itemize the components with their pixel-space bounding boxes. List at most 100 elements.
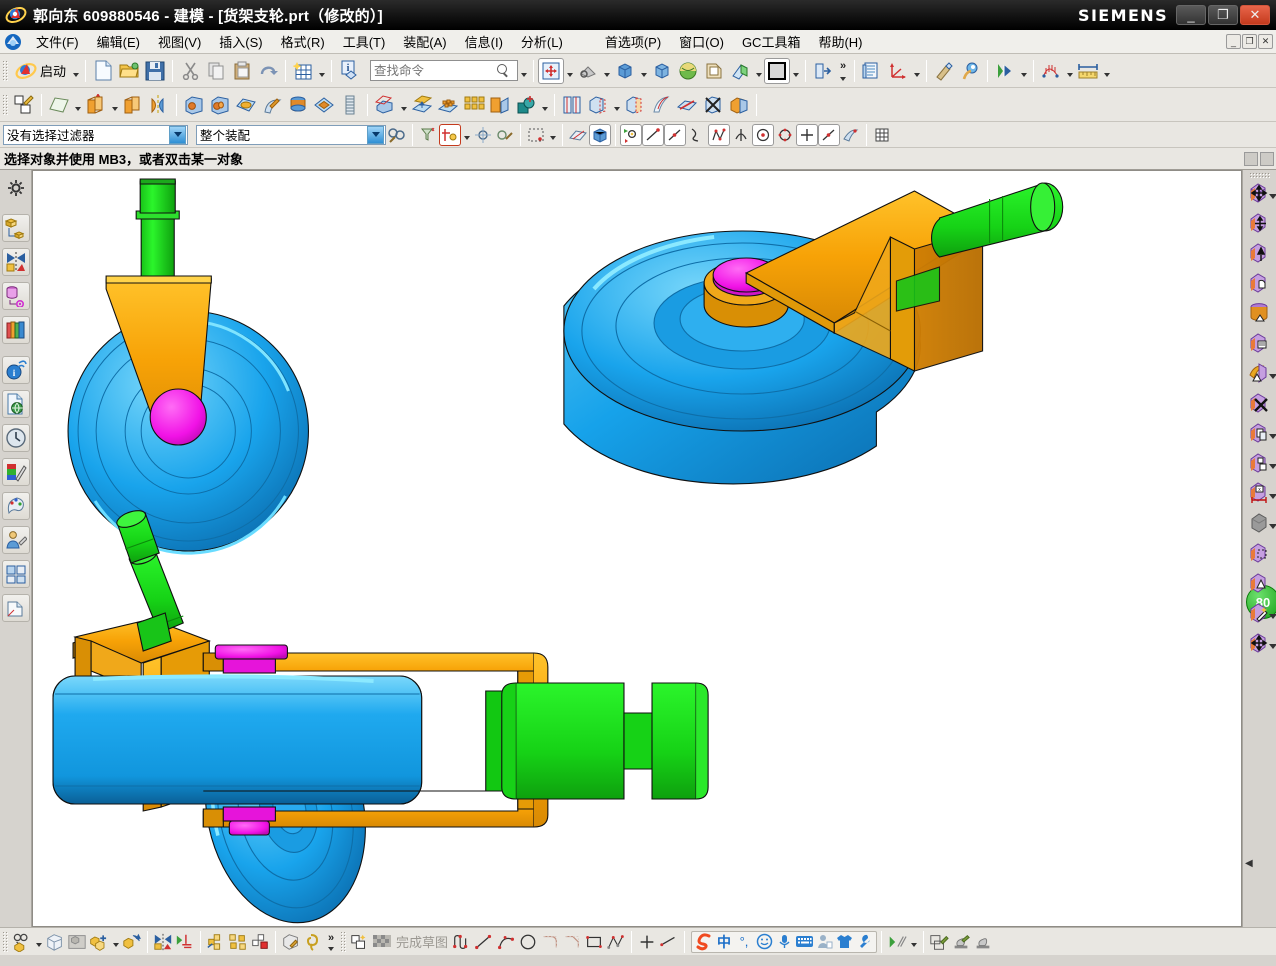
zoom-view-caret[interactable] (601, 58, 612, 84)
save-icon[interactable] (142, 58, 168, 84)
face-properties-icon[interactable] (1247, 330, 1273, 356)
minimize-button[interactable]: _ (1176, 5, 1206, 25)
face-select-icon[interactable] (567, 124, 589, 146)
scope-dropdown[interactable]: 整个装配 (196, 124, 386, 145)
doc-restore-button[interactable]: ❐ (1242, 34, 1257, 49)
body-select-icon[interactable] (589, 123, 611, 146)
move-object-icon[interactable] (372, 92, 398, 118)
measure-caret[interactable] (1101, 58, 1112, 84)
iso-view-icon[interactable] (649, 58, 675, 84)
move-body-caret[interactable] (1268, 642, 1276, 653)
extrude-icon[interactable] (83, 92, 109, 118)
pattern-face-caret[interactable] (1268, 462, 1276, 473)
revolve-icon[interactable] (120, 92, 146, 118)
taper-face-icon[interactable] (1247, 360, 1276, 386)
copy-icon[interactable] (203, 58, 229, 84)
resource-bar-options-icon[interactable] (2, 174, 30, 202)
menu-help[interactable]: 帮助(H) (809, 30, 871, 53)
snap-all-icon[interactable] (620, 123, 642, 146)
draft-icon[interactable] (259, 92, 285, 118)
shell-body-caret[interactable] (1268, 522, 1276, 533)
ime-emoji-icon[interactable] (754, 932, 774, 952)
edit-drawing-icon[interactable] (928, 931, 950, 953)
emboss-icon[interactable] (311, 92, 337, 118)
bottom-overflow[interactable]: » (328, 932, 334, 943)
trim-body-icon[interactable] (674, 92, 700, 118)
datum-plane-icon[interactable] (46, 92, 72, 118)
measure-distance-icon[interactable] (1075, 58, 1101, 84)
snap-existing-point-icon[interactable] (796, 123, 818, 146)
toolbar-overflow[interactable]: » (840, 60, 846, 72)
right-toolbar-grip[interactable] (1248, 172, 1271, 178)
delete-face-icon[interactable] (700, 92, 726, 118)
move-face-icon[interactable] (1247, 180, 1276, 206)
pattern-face-icon[interactable] (435, 92, 461, 118)
ime-settings-icon[interactable] (854, 932, 874, 952)
circle-icon[interactable] (517, 931, 539, 953)
start-button[interactable]: 启动 (11, 58, 70, 84)
snap-intersection-icon[interactable] (708, 123, 730, 146)
ime-user-icon[interactable] (814, 932, 834, 952)
fillet-icon[interactable] (539, 931, 561, 953)
ime-chinese-mode[interactable]: 中 (714, 932, 734, 952)
magic-face-caret[interactable] (1268, 612, 1276, 623)
right-toolbar-collapse-arrow[interactable]: ◀ (1245, 858, 1253, 869)
shell-icon[interactable] (585, 92, 611, 118)
shell-caret[interactable] (611, 92, 622, 118)
visual-analysis-icon[interactable] (992, 58, 1018, 84)
hd3d-tools-icon[interactable]: i (1, 356, 30, 384)
filter-dropdown[interactable]: 没有选择过滤器 (3, 124, 188, 145)
grid-snap-icon[interactable] (290, 58, 316, 84)
analysis-curve-icon[interactable] (1038, 58, 1064, 84)
filter-dropdown-arrow[interactable] (169, 125, 186, 144)
wcs-icon[interactable] (885, 58, 911, 84)
render-style-icon[interactable] (701, 58, 727, 84)
web-browser-icon[interactable] (1, 390, 30, 418)
unite-caret[interactable] (539, 92, 550, 118)
material-icon[interactable] (931, 58, 957, 84)
revolve-axis-icon[interactable] (146, 92, 172, 118)
new-file-icon[interactable] (90, 58, 116, 84)
system-materials-icon[interactable] (1, 458, 30, 486)
snap-quadrant-icon[interactable] (494, 124, 516, 146)
snap-face-icon[interactable] (840, 124, 862, 146)
sketch-dimension-icon[interactable] (658, 931, 680, 953)
extrude-caret[interactable] (109, 92, 120, 118)
cylinder-face-icon[interactable] (1247, 300, 1273, 326)
add-assembly-caret[interactable] (110, 931, 121, 953)
assembly-navigator-icon[interactable] (1, 214, 30, 242)
constraint-navigator-icon[interactable] (1, 248, 30, 276)
restore-button[interactable]: ❐ (1208, 5, 1238, 25)
menu-tools[interactable]: 工具(T) (334, 30, 395, 53)
rectangle-icon[interactable] (583, 931, 605, 953)
menu-information[interactable]: 信息(I) (456, 30, 512, 53)
sketch-constraint-icon[interactable] (636, 931, 658, 953)
pull-face-icon[interactable] (1247, 210, 1273, 236)
move-body-icon[interactable] (1247, 630, 1276, 656)
studio-spline-icon[interactable] (605, 931, 627, 953)
search-input[interactable] (374, 63, 497, 78)
rectangle-select-caret[interactable] (547, 124, 558, 146)
datum-plane-caret[interactable] (72, 92, 83, 118)
menu-preferences[interactable]: 首选项(P) (596, 30, 670, 53)
view-manager-icon[interactable] (1, 560, 30, 588)
command-finder[interactable] (370, 60, 519, 81)
mirror-feature-icon[interactable] (487, 92, 513, 118)
stamp-icon[interactable] (972, 931, 994, 953)
bridge-curve-icon[interactable] (559, 92, 585, 118)
arc-icon[interactable] (495, 931, 517, 953)
pattern-face2-icon[interactable] (1247, 450, 1276, 476)
offset-region-caret[interactable] (1268, 492, 1276, 503)
ime-keyboard-icon[interactable] (794, 932, 814, 952)
redo-icon[interactable] (255, 58, 281, 84)
menu-window[interactable]: 窗口(O) (670, 30, 733, 53)
menu-view[interactable]: 视图(V) (149, 30, 210, 53)
rectangle-select-icon[interactable] (525, 124, 547, 146)
open-in-window-icon[interactable] (810, 58, 836, 84)
profile-curve-icon[interactable] (451, 931, 473, 953)
menu-gc-toolbox[interactable]: GC工具箱 (733, 30, 810, 53)
background-color-caret[interactable] (790, 58, 801, 84)
toolbar-grip-2[interactable] (2, 93, 9, 116)
extract-body-icon[interactable] (409, 92, 435, 118)
role-icon[interactable] (1, 526, 30, 554)
